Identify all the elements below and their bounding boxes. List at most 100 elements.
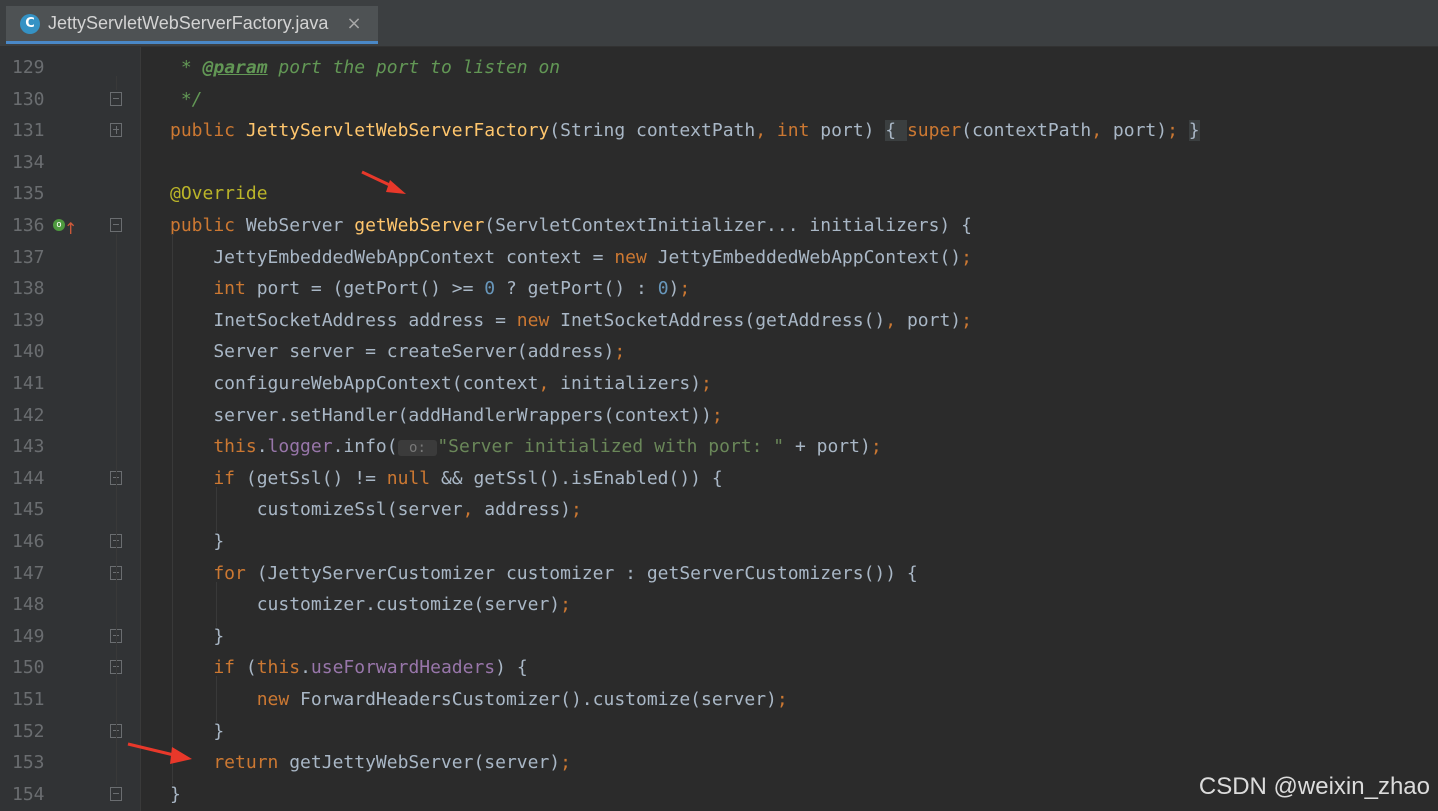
line-number: 142 [12,404,45,426]
code-line[interactable]: 138 int port = (getPort() >= 0 ? getPort… [0,273,1438,304]
code-line[interactable]: 134 [0,147,1438,178]
code-token-kw: this [256,657,301,679]
code-token-plain: initializers) [560,373,702,394]
code-text: if (this.useForwardHeaders) { [170,652,528,683]
line-number: 152 [12,720,45,742]
line-number: 145 [12,499,45,521]
code-token-doc: */ [170,88,203,110]
code-line[interactable]: 139 InetSocketAddress address = new Inet… [0,305,1438,336]
code-token-plain: InetSocketAddress address = [170,309,517,331]
red-arrow-annotation-top [361,170,406,194]
code-token-kw: ; [711,404,723,426]
code-text: public WebServer getWebServer(ServletCon… [170,210,972,241]
code-token-plain: (contextPath [961,120,1092,142]
fold-toggle-icon[interactable] [110,123,122,138]
line-number: 149 [12,625,45,647]
code-line[interactable]: 143 this.logger.info( o: "Server initial… [0,431,1438,462]
line-number: 135 [12,183,45,205]
code-line[interactable]: 131 public JettyServletWebServerFactory(S… [0,115,1438,146]
code-token-kw: ; [1167,120,1189,142]
code-text: new ForwardHeadersCustomizer().customize… [170,684,788,715]
code-token-kw: public [170,120,246,142]
fold-toggle-icon[interactable] [110,91,122,106]
line-number: 150 [12,657,45,679]
line-number: 137 [12,246,45,268]
code-token-kw: ; [776,689,788,710]
code-token-plain: port) [1112,120,1168,142]
code-text: @Override [170,178,268,209]
line-number: 143 [12,436,45,458]
java-class-icon: C [20,13,40,34]
line-number: 136 [12,215,45,236]
indent-guide-if-ssl [216,486,217,532]
file-tab[interactable]: C JettyServletWebServerFactory.java × [6,6,378,44]
code-line[interactable]: 136 o ↑ public WebServer getWebServer(Servl… [0,210,1438,241]
code-token-kw: ; [571,499,582,521]
code-token-plain: ) [668,278,680,300]
code-token-kw: , [462,499,485,521]
code-token-plain: server.setHandler(addHandlerWrappers(con… [170,404,712,426]
code-line[interactable]: 130 */ [0,84,1438,115]
code-token-kw: , [538,373,561,394]
fold-toggle-icon[interactable] [110,786,122,801]
line-number: 147 [12,562,45,584]
code-token-plain: } [170,720,225,742]
indent-guide-method [172,234,173,785]
code-token-kw: null [386,467,441,489]
csdn-watermark: CSDN @weixin_zhao [1198,773,1430,800]
code-token-brace: } [1188,120,1200,142]
code-token-kw: int [776,120,821,142]
code-token-plain: customizer.customize(server) [170,594,561,616]
code-line[interactable]: 137 JettyEmbeddedWebAppContext context =… [0,242,1438,273]
code-token-plain: Server server = createServer(address) [170,341,615,363]
line-number: 151 [12,689,45,710]
code-token-kw: , [755,120,777,142]
indent-guide-if-forward [216,676,217,722]
code-token-plain: .info( [332,436,398,458]
code-token-kw: ; [961,309,972,331]
code-token-plain: (ServletContextInitializer... initialize… [484,215,972,236]
method-fold-line [116,234,117,785]
line-number: 148 [12,594,45,616]
line-number: 134 [12,151,45,173]
code-line[interactable]: 140 Server server = createServer(address… [0,336,1438,367]
line-number: 130 [12,88,45,110]
code-text: Server server = createServer(address); [170,336,625,367]
code-token-plain: port) [820,120,886,142]
code-token-kw: super [906,120,962,142]
code-token-plain: configureWebAppContext(context [170,373,539,394]
code-token-kw: ; [870,436,882,458]
code-text: customizeSsl(server, address); [170,494,582,525]
code-token-plain: ) { [495,657,528,679]
code-editor[interactable]: 129 * @param port the port to listen on 1… [0,47,1438,811]
code-token-kw: new [614,246,658,268]
code-text: public JettyServletWebServerFactory(Stri… [170,115,1200,146]
code-token-kw: for [170,562,257,584]
code-text: if (getSsl() != null && getSsl().isEnabl… [170,463,723,494]
code-line[interactable]: 135 @Override [0,178,1438,209]
code-token-kw: , [885,309,907,331]
code-token-plain: ForwardHeadersCustomizer().customize(ser… [300,689,777,710]
code-token-plain: . [300,657,311,679]
red-arrow-annotation-bottom [127,742,192,764]
code-token-kw: int [170,278,257,300]
code-line[interactable]: 141 configureWebAppContext(context, init… [0,368,1438,399]
code-token-plain: } [170,625,225,647]
line-number: 139 [12,309,45,331]
code-token-doc: * [170,57,203,78]
code-token-field: useForwardHeaders [310,657,496,679]
code-line[interactable]: 142 server.setHandler(addHandlerWrappers… [0,400,1438,431]
code-token-plain: && getSsl().isEnabled()) { [440,467,723,489]
close-tab-icon[interactable]: × [346,13,361,34]
code-token-str: "Server initialized with port: " [437,436,785,458]
code-text: for (JettyServerCustomizer customizer : … [170,558,917,589]
code-token-field: logger [267,436,333,458]
fold-toggle-icon[interactable] [110,218,122,232]
line-number: 144 [12,467,45,489]
code-token-plain: JettyEmbeddedWebAppContext() [657,246,962,268]
code-line[interactable]: 129 * @param port the port to listen on [0,52,1438,83]
code-token-brace: { [885,120,907,142]
file-tab-label: JettyServletWebServerFactory.java [48,13,329,33]
code-token-kw: new [516,309,561,331]
line-number: 140 [12,341,45,363]
